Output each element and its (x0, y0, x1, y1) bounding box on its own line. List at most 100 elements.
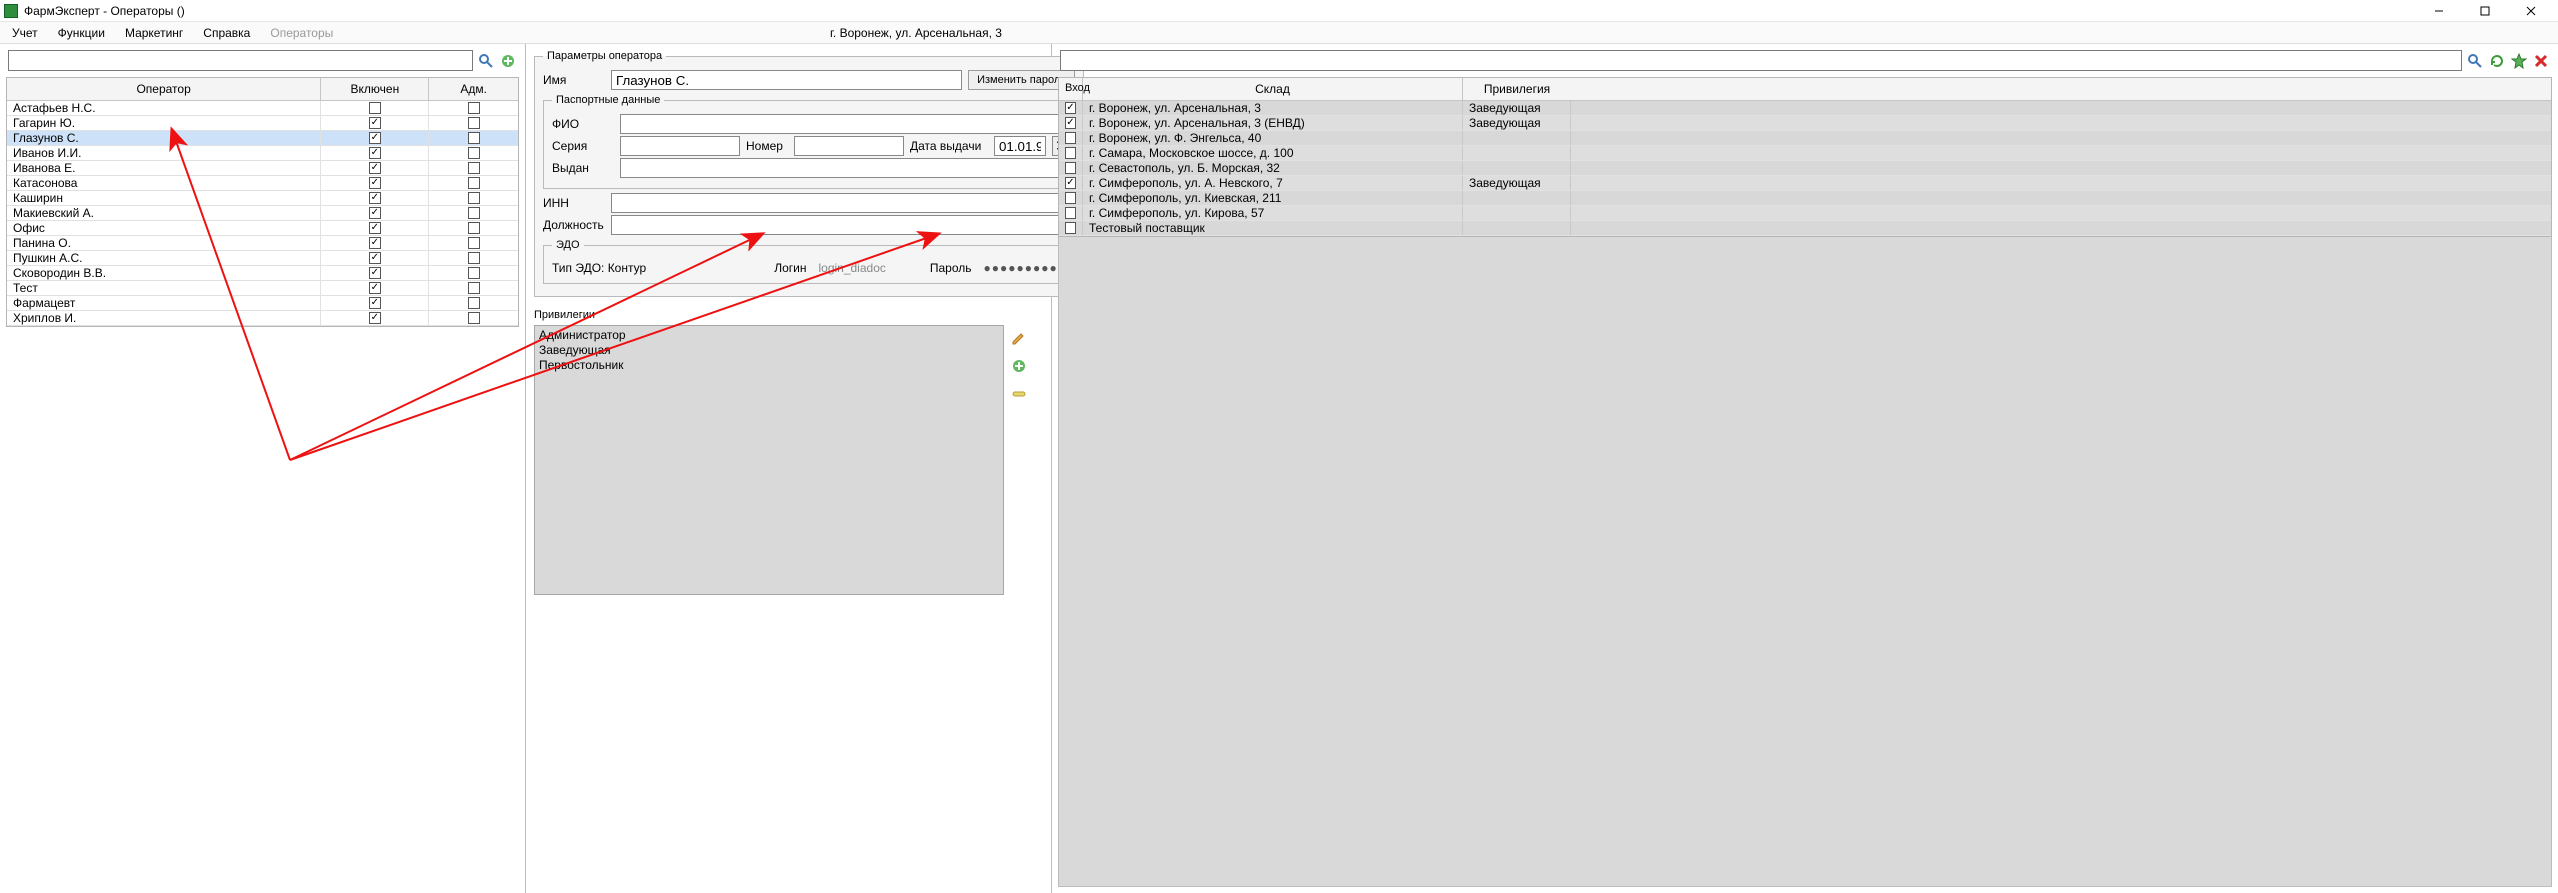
admin-checkbox[interactable] (468, 252, 480, 264)
issue-date-input[interactable] (994, 136, 1046, 156)
remove-privilege-icon[interactable] (1010, 385, 1028, 403)
col-warehouse[interactable]: Склад (1083, 78, 1463, 100)
table-row[interactable]: г. Воронеж, ул. Ф. Энгельса, 40 (1059, 131, 2551, 146)
inn-input[interactable] (611, 193, 1075, 213)
enabled-checkbox[interactable] (369, 177, 381, 189)
edit-icon[interactable] (1010, 329, 1028, 347)
admin-checkbox[interactable] (468, 297, 480, 309)
admin-checkbox[interactable] (468, 267, 480, 279)
table-row[interactable]: г. Симферополь, ул. Киевская, 211 (1059, 191, 2551, 206)
search-icon[interactable] (477, 52, 495, 70)
table-row[interactable]: г. Воронеж, ул. Арсенальная, 3 (ЕНВД)Зав… (1059, 116, 2551, 131)
delete-icon[interactable] (2532, 52, 2550, 70)
table-row[interactable]: Хриплов И. (7, 311, 518, 326)
menu-spravka[interactable]: Справка (193, 24, 260, 42)
list-item[interactable]: Первостольник (539, 358, 999, 373)
add-privilege-icon[interactable] (1010, 357, 1028, 375)
table-row[interactable]: Иванов И.И. (7, 146, 518, 161)
table-row[interactable]: Пушкин А.С. (7, 251, 518, 266)
password-label: Пароль (930, 261, 972, 275)
table-row[interactable]: Глазунов С. (7, 131, 518, 146)
enabled-checkbox[interactable] (369, 237, 381, 249)
admin-checkbox[interactable] (468, 312, 480, 324)
refresh-icon[interactable] (2488, 52, 2506, 70)
table-row[interactable]: Тестовый поставщик (1059, 221, 2551, 236)
in-checkbox[interactable] (1065, 192, 1076, 204)
menu-funkcii[interactable]: Функции (48, 24, 115, 42)
number-input[interactable] (794, 136, 904, 156)
enabled-checkbox[interactable] (369, 282, 381, 294)
enabled-checkbox[interactable] (369, 222, 381, 234)
menu-marketing[interactable]: Маркетинг (115, 24, 193, 42)
admin-checkbox[interactable] (468, 102, 480, 114)
left-search-input[interactable] (8, 50, 473, 71)
col-operator[interactable]: Оператор (7, 78, 321, 100)
enabled-checkbox[interactable] (369, 147, 381, 159)
series-input[interactable] (620, 136, 740, 156)
in-checkbox[interactable] (1065, 147, 1076, 159)
enabled-checkbox[interactable] (369, 117, 381, 129)
table-row[interactable]: г. Севастополь, ул. Б. Морская, 32 (1059, 161, 2551, 176)
table-row[interactable]: Макиевский А. (7, 206, 518, 221)
table-row[interactable]: Гагарин Ю. (7, 116, 518, 131)
add-icon[interactable] (499, 52, 517, 70)
enabled-checkbox[interactable] (369, 192, 381, 204)
table-row[interactable]: Каширин (7, 191, 518, 206)
search-icon[interactable] (2466, 52, 2484, 70)
enabled-checkbox[interactable] (369, 102, 381, 114)
col-enabled[interactable]: Включен (321, 78, 429, 100)
admin-checkbox[interactable] (468, 192, 480, 204)
enabled-checkbox[interactable] (369, 207, 381, 219)
table-row[interactable]: Панина О. (7, 236, 518, 251)
table-row[interactable]: Катасонова (7, 176, 518, 191)
star-icon[interactable] (2510, 52, 2528, 70)
table-row[interactable]: г. Воронеж, ул. Арсенальная, 3Заведующая (1059, 101, 2551, 116)
list-item[interactable]: Заведующая (539, 343, 999, 358)
minimize-button[interactable] (2416, 0, 2462, 22)
in-checkbox[interactable] (1065, 132, 1076, 144)
in-checkbox[interactable] (1065, 117, 1076, 129)
in-checkbox[interactable] (1065, 222, 1076, 234)
close-button[interactable] (2508, 0, 2554, 22)
in-checkbox[interactable] (1065, 207, 1076, 219)
enabled-checkbox[interactable] (369, 297, 381, 309)
admin-checkbox[interactable] (468, 207, 480, 219)
table-row[interactable]: г. Симферополь, ул. Кирова, 57 (1059, 206, 2551, 221)
table-row[interactable]: Астафьев Н.С. (7, 101, 518, 116)
admin-checkbox[interactable] (468, 147, 480, 159)
admin-checkbox[interactable] (468, 117, 480, 129)
issued-by-input[interactable] (620, 158, 1066, 178)
enabled-checkbox[interactable] (369, 312, 381, 324)
in-checkbox[interactable] (1065, 162, 1076, 174)
enabled-checkbox[interactable] (369, 252, 381, 264)
col-admin[interactable]: Адм. (429, 78, 518, 100)
list-item[interactable]: Администратор (539, 328, 999, 343)
enabled-checkbox[interactable] (369, 162, 381, 174)
admin-checkbox[interactable] (468, 177, 480, 189)
menu-uchet[interactable]: Учет (2, 24, 48, 42)
table-row[interactable]: Тест (7, 281, 518, 296)
name-input[interactable] (611, 70, 962, 90)
col-privilege[interactable]: Привилегия (1463, 78, 1571, 100)
admin-checkbox[interactable] (468, 162, 480, 174)
admin-checkbox[interactable] (468, 222, 480, 234)
admin-checkbox[interactable] (468, 282, 480, 294)
table-row[interactable]: г. Самара, Московское шоссе, д. 100 (1059, 146, 2551, 161)
maximize-button[interactable] (2462, 0, 2508, 22)
enabled-checkbox[interactable] (369, 267, 381, 279)
privileges-listbox[interactable]: АдминистраторЗаведующаяПервостольник (534, 325, 1004, 595)
table-row[interactable]: Офис (7, 221, 518, 236)
table-row[interactable]: Сковородин В.В. (7, 266, 518, 281)
enabled-checkbox[interactable] (369, 132, 381, 144)
in-checkbox[interactable] (1065, 177, 1076, 189)
table-row[interactable]: г. Симферополь, ул. А. Невского, 7Заведу… (1059, 176, 2551, 191)
table-row[interactable]: Иванова Е. (7, 161, 518, 176)
in-checkbox[interactable] (1065, 102, 1076, 114)
col-in[interactable]: Вход (1059, 78, 1083, 100)
position-input[interactable] (611, 215, 1075, 235)
table-row[interactable]: Фармацевт (7, 296, 518, 311)
admin-checkbox[interactable] (468, 132, 480, 144)
right-search-input[interactable] (1060, 50, 2462, 71)
admin-checkbox[interactable] (468, 237, 480, 249)
fio-input[interactable] (620, 114, 1066, 134)
